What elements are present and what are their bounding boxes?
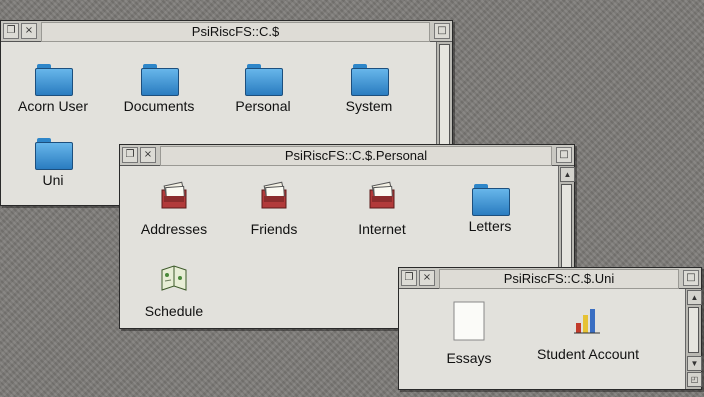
close-icon[interactable]: ×: [419, 270, 435, 286]
vertical-scrollbar[interactable]: ▲ ▼ ◰: [685, 289, 702, 389]
folder-icon: [35, 138, 73, 170]
directory-contents: Essays Student Account: [399, 289, 685, 389]
toggle-size-icon[interactable]: □: [434, 23, 450, 39]
app-student-account[interactable]: Student Account: [533, 305, 643, 362]
scroll-up-icon[interactable]: ▲: [560, 167, 575, 182]
toggle-size-icon[interactable]: □: [683, 270, 699, 286]
schedule-app-icon: [161, 265, 187, 291]
app-internet[interactable]: Internet: [334, 180, 430, 237]
card-file-app-icon: [161, 181, 187, 209]
card-file-app-icon: [261, 181, 287, 209]
folder-personal[interactable]: Personal: [215, 64, 311, 114]
item-label: Addresses: [140, 221, 208, 237]
folder-icon: [245, 64, 283, 96]
scroll-thumb[interactable]: [439, 44, 450, 145]
document-icon: [453, 301, 485, 341]
file-essays[interactable]: Essays: [421, 301, 517, 366]
chart-app-icon: [574, 309, 600, 334]
folder-letters[interactable]: Letters: [442, 184, 538, 234]
folder-icon: [351, 64, 389, 96]
close-icon[interactable]: ×: [140, 147, 156, 163]
folder-icon: [141, 64, 179, 96]
scroll-thumb[interactable]: [688, 307, 699, 353]
folder-icon: [472, 184, 510, 216]
item-label: Student Account: [537, 346, 639, 362]
app-addresses[interactable]: Addresses: [126, 180, 222, 237]
item-label: Documents: [123, 98, 195, 114]
item-label: Schedule: [144, 303, 204, 319]
toggle-size-icon[interactable]: □: [556, 147, 572, 163]
item-label: Acorn User: [17, 98, 89, 114]
folder-acorn-user[interactable]: Acorn User: [5, 64, 101, 114]
folder-system[interactable]: System: [321, 64, 417, 114]
item-label: Uni: [42, 172, 64, 188]
window-uni: ❐ × PsiRiscFS::C.$.Uni □ Essays Student …: [398, 267, 702, 390]
folder-icon: [35, 64, 73, 96]
window-title: PsiRiscFS::C.$: [41, 22, 430, 42]
item-label: System: [345, 98, 393, 114]
item-label: Friends: [250, 221, 298, 237]
scroll-up-icon[interactable]: ▲: [687, 290, 702, 305]
title-bar[interactable]: ❐ × PsiRiscFS::C.$.Uni □: [399, 268, 701, 289]
folder-documents[interactable]: Documents: [111, 64, 207, 114]
window-title: PsiRiscFS::C.$.Uni: [439, 269, 679, 289]
back-icon[interactable]: ❐: [122, 147, 138, 163]
window-title: PsiRiscFS::C.$.Personal: [160, 146, 552, 166]
item-label: Letters: [468, 218, 512, 234]
title-bar[interactable]: ❐ × PsiRiscFS::C.$ □: [1, 21, 452, 42]
app-friends[interactable]: Friends: [226, 180, 322, 237]
scroll-down-icon[interactable]: ▼: [687, 356, 702, 371]
close-icon[interactable]: ×: [21, 23, 37, 39]
resize-icon[interactable]: ◰: [687, 372, 702, 387]
card-file-app-icon: [369, 181, 395, 209]
item-label: Essays: [446, 350, 492, 366]
back-icon[interactable]: ❐: [3, 23, 19, 39]
item-label: Internet: [358, 221, 406, 237]
folder-uni[interactable]: Uni: [5, 138, 101, 188]
item-label: Personal: [235, 98, 291, 114]
title-bar[interactable]: ❐ × PsiRiscFS::C.$.Personal □: [120, 145, 574, 166]
app-schedule[interactable]: Schedule: [126, 262, 222, 319]
back-icon[interactable]: ❐: [401, 270, 417, 286]
